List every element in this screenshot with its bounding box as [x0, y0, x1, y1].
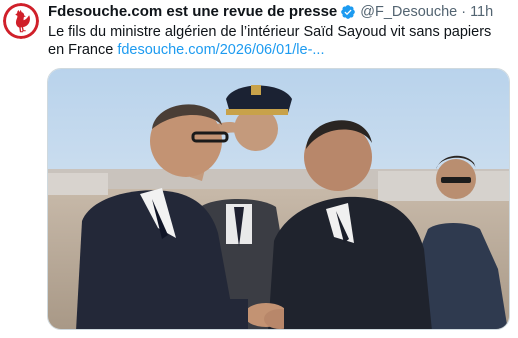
tweet-photo[interactable]: [47, 68, 510, 330]
verified-badge-icon: [340, 4, 356, 20]
tweet-link[interactable]: fdesouche.com/2026/06/01/le-...: [117, 42, 324, 58]
timestamp[interactable]: 11h: [470, 2, 493, 22]
separator-dot: ·: [461, 4, 467, 20]
tweet-header: Fdesouche.com est une revue de presse @F…: [48, 2, 493, 22]
avatar[interactable]: [3, 3, 39, 39]
display-name[interactable]: Fdesouche.com est une revue de presse: [48, 2, 337, 22]
handle[interactable]: @F_Desouche: [360, 2, 457, 22]
photo-image: [48, 69, 509, 329]
tweet[interactable]: Fdesouche.com est une revue de presse @F…: [0, 0, 518, 338]
rooster-logo-icon: [3, 3, 39, 39]
tweet-text: Le fils du ministre algérien de l’intéri…: [48, 23, 508, 59]
